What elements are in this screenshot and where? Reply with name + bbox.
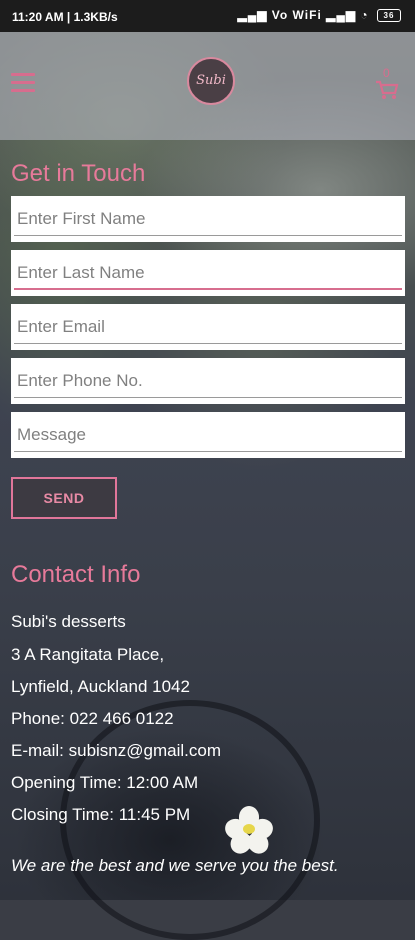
email-field[interactable] [11,304,405,350]
first-name-field[interactable] [11,196,405,242]
status-time: 11:20 AM | 1.3KB/s [12,10,118,24]
cart-count-badge: 0 [383,66,390,80]
address-line-1: 3 A Rangitata Place, [11,645,165,664]
opening-time: Opening Time: 12:00 AM [11,773,199,792]
app-header: Subi 0 [0,32,415,140]
phone-text: Phone: 022 466 0122 [11,709,174,728]
field-underline-active [14,288,402,290]
field-underline [14,235,402,236]
phone-field[interactable] [11,358,405,404]
cart-button[interactable]: 0 [375,66,401,100]
last-name-field[interactable] [11,250,405,296]
email-text: E-mail: subisnz@gmail.com [11,741,221,760]
contact-title: Contact Info [11,561,141,588]
field-underline [14,451,402,452]
send-button[interactable]: SEND [11,477,117,519]
subis-logo[interactable]: Subi [187,57,235,105]
field-underline [14,397,402,398]
form-title: Get in Touch [11,160,146,187]
signal-wifi-icons: ▂▄▆ Vo WiFi ▂▄▆ ◔ [237,8,369,22]
battery-icon: 36 [377,9,401,23]
business-name: Subi's desserts [11,612,126,631]
address-line-2: Lynfield, Auckland 1042 [11,677,190,696]
closing-time: Closing Time: 11:45 PM [11,805,191,824]
status-icons: ▂▄▆ Vo WiFi ▂▄▆ ◔ 36 [237,8,401,23]
status-bar: 11:20 AM | 1.3KB/s ▂▄▆ Vo WiFi ▂▄▆ ◔ 36 [0,0,415,32]
tagline: We are the best and we serve you the bes… [11,856,339,875]
hamburger-menu-icon[interactable] [11,73,35,93]
shopping-cart-icon [376,80,399,99]
jasmine-flower-image [222,806,276,858]
message-field[interactable] [11,412,405,458]
field-underline [14,343,402,344]
